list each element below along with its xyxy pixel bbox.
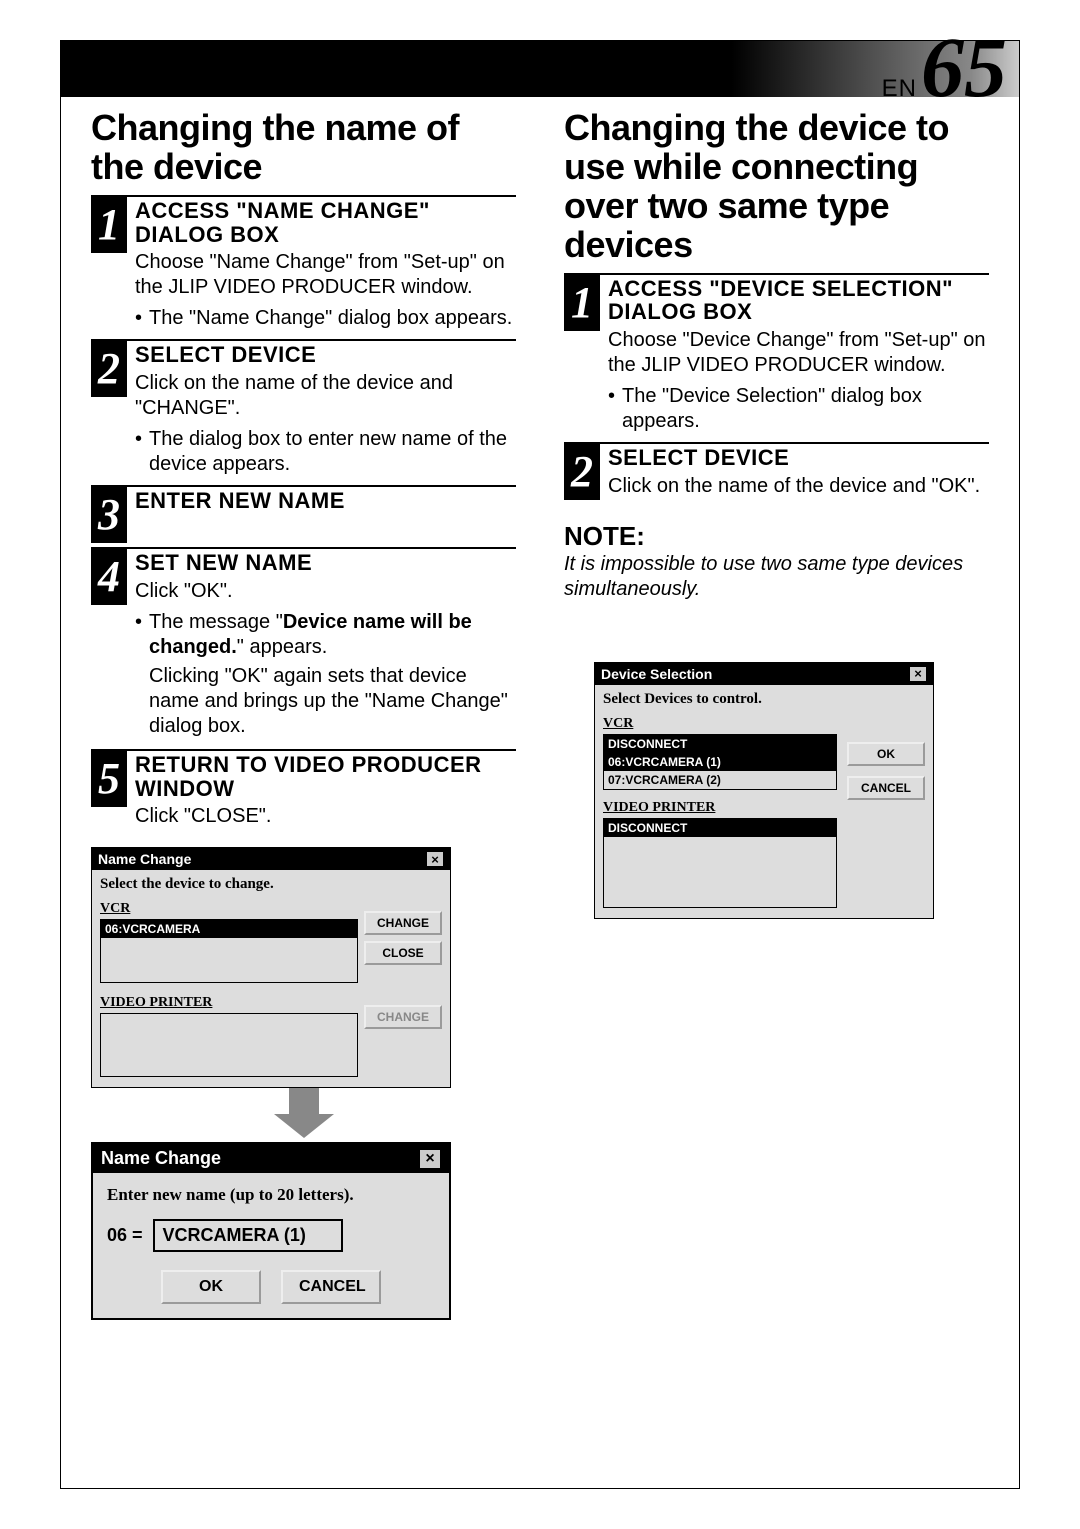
dialog-instruction: Enter new name (up to 20 letters).: [107, 1185, 435, 1205]
dialog-title-bar: Device Selection ×: [595, 663, 933, 685]
arrow-down-icon: [91, 1088, 516, 1138]
vcr-section-label: VCR: [100, 901, 358, 917]
name-change-dialog: Name Change × Select the device to chang…: [91, 847, 451, 1088]
step-title: ACCESS "DEVICE SELECTION" DIALOG BOX: [608, 275, 989, 329]
step-number: 1: [564, 275, 600, 331]
step-number: 5: [91, 751, 127, 807]
page-num: 65: [921, 37, 1007, 97]
page-lang: EN: [882, 75, 917, 103]
step-number: 1: [91, 197, 127, 253]
name-change-input-dialog: Name Change × Enter new name (up to 20 l…: [91, 1142, 451, 1320]
step-bullet: • The message "Device name will be chang…: [135, 610, 516, 660]
ok-button[interactable]: OK: [847, 742, 925, 766]
list-item[interactable]: DISCONNECT: [604, 735, 836, 753]
cancel-button[interactable]: CANCEL: [847, 776, 925, 800]
change-button-disabled: CHANGE: [364, 1005, 442, 1029]
device-name-input[interactable]: VCRCAMERA (1): [153, 1219, 343, 1252]
list-item[interactable]: 06:VCRCAMERA (1): [604, 753, 836, 771]
note-heading: NOTE:: [564, 521, 989, 552]
step-title: SET NEW NAME: [135, 549, 516, 579]
page-number: EN 65: [882, 37, 1007, 103]
close-icon[interactable]: ×: [909, 666, 927, 682]
right-column: Changing the device to use while connect…: [564, 109, 989, 1320]
dialog-title-bar: Name Change ×: [93, 1144, 449, 1173]
step-title: ENTER NEW NAME: [135, 487, 516, 517]
left-step-2: 2 SELECT DEVICE Click on the name of the…: [91, 339, 516, 481]
dialog-title: Name Change: [101, 1148, 221, 1169]
right-step-1: 1 ACCESS "DEVICE SELECTION" DIALOG BOX C…: [564, 273, 989, 439]
device-id-label: 06 =: [107, 1225, 143, 1246]
device-selection-dialog: Device Selection × Select Devices to con…: [594, 662, 934, 919]
left-heading: Changing the name of the device: [91, 109, 516, 187]
left-column: Changing the name of the device 1 ACCESS…: [91, 109, 516, 1320]
note-text: It is impossible to use two same type de…: [564, 552, 989, 602]
ok-button[interactable]: OK: [161, 1270, 261, 1304]
list-item[interactable]: 06:VCRCAMERA: [101, 920, 357, 938]
step-number: 4: [91, 549, 127, 605]
change-button[interactable]: CHANGE: [364, 911, 442, 935]
dialog-title: Name Change: [98, 851, 191, 867]
header-bar: EN 65: [61, 41, 1019, 97]
step-text: Click "CLOSE".: [135, 804, 516, 829]
vcr-section-label: VCR: [603, 716, 837, 732]
left-step-1: 1 ACCESS "NAME CHANGE" DIALOG BOX Choose…: [91, 195, 516, 336]
list-item[interactable]: 07:VCRCAMERA (2): [604, 771, 836, 789]
step-title: SELECT DEVICE: [135, 341, 516, 371]
cancel-button[interactable]: CANCEL: [281, 1270, 381, 1304]
step-bullet: •The "Device Selection" dialog box appea…: [608, 384, 989, 434]
right-heading: Changing the device to use while connect…: [564, 109, 989, 265]
vcr-listbox[interactable]: DISCONNECT 06:VCRCAMERA (1) 07:VCRCAMERA…: [603, 734, 837, 790]
vcr-listbox[interactable]: 06:VCRCAMERA: [100, 919, 358, 983]
step-text: Click on the name of the device and "CHA…: [135, 371, 516, 421]
step-title: RETURN TO VIDEO PRODUCER WINDOW: [135, 751, 516, 805]
list-item[interactable]: DISCONNECT: [604, 819, 836, 837]
video-printer-listbox[interactable]: DISCONNECT: [603, 818, 837, 908]
step-number: 2: [91, 341, 127, 397]
video-printer-section-label: VIDEO PRINTER: [100, 995, 358, 1011]
dialog-instruction: Select the device to change.: [100, 876, 442, 893]
left-step-4: 4 SET NEW NAME Click "OK". • The message…: [91, 547, 516, 745]
video-printer-section-label: VIDEO PRINTER: [603, 800, 837, 816]
step-bullet: •The dialog box to enter new name of the…: [135, 427, 516, 477]
step-text: Choose "Device Change" from "Set-up" on …: [608, 328, 989, 378]
step-number: 3: [91, 487, 127, 543]
close-icon[interactable]: ×: [426, 851, 444, 867]
step-text: Clicking "OK" again sets that device nam…: [135, 664, 516, 739]
left-step-3: 3 ENTER NEW NAME: [91, 485, 516, 543]
step-text: Click "OK".: [135, 579, 516, 604]
step-text: Click on the name of the device and "OK"…: [608, 474, 989, 499]
step-bullet: •The "Name Change" dialog box appears.: [135, 306, 516, 331]
left-step-5: 5 RETURN TO VIDEO PRODUCER WINDOW Click …: [91, 749, 516, 836]
right-step-2: 2 SELECT DEVICE Click on the name of the…: [564, 442, 989, 505]
dialog-instruction: Select Devices to control.: [603, 691, 925, 708]
dialog-title: Device Selection: [601, 666, 712, 682]
close-icon[interactable]: ×: [419, 1149, 441, 1169]
dialog-title-bar: Name Change ×: [92, 848, 450, 870]
step-text: Choose "Name Change" from "Set-up" on th…: [135, 250, 516, 300]
step-number: 2: [564, 444, 600, 500]
video-printer-listbox[interactable]: [100, 1013, 358, 1077]
page-frame: EN 65 Changing the name of the device 1 …: [60, 40, 1020, 1489]
close-button[interactable]: CLOSE: [364, 941, 442, 965]
step-title: ACCESS "NAME CHANGE" DIALOG BOX: [135, 197, 516, 251]
step-title: SELECT DEVICE: [608, 444, 989, 474]
